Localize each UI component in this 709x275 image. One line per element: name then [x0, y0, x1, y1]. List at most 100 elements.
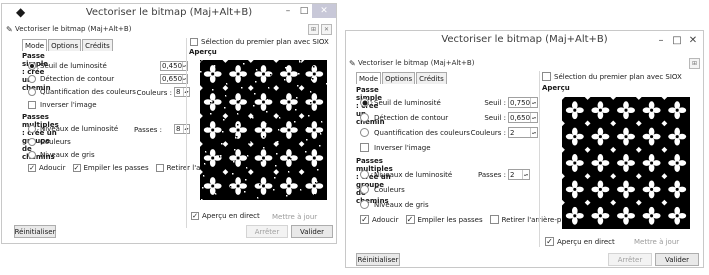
edge-threshold-label: Seuil :: [484, 114, 506, 122]
brightness-label: Seuil de luminosité: [374, 98, 441, 107]
radio-brightness[interactable]: [360, 98, 369, 107]
radio-colors[interactable]: [360, 185, 369, 194]
colors-spinbox[interactable]: 2 ▴▾: [508, 127, 538, 138]
window-title: Vectoriser le bitmap (Maj+Alt+B): [441, 34, 608, 45]
dialog-header: ✎ Vectoriser le bitmap (Maj+Alt+B) ⊞ ✕: [2, 23, 336, 35]
lattice-pattern-graphic: [200, 60, 327, 200]
reset-button[interactable]: Réinitialiser: [356, 253, 400, 266]
colors-label: Couleurs :: [470, 129, 506, 137]
spin-arrows-icon[interactable]: ▴▾: [530, 128, 537, 137]
invert-row[interactable]: Inverser l'image: [28, 101, 97, 109]
siox-label: Sélection du premier plan avec SIOX: [554, 72, 682, 81]
minimize-button[interactable]: –: [280, 4, 296, 18]
dock-close-icon[interactable]: ✕: [321, 24, 332, 35]
siox-checkbox[interactable]: [190, 38, 198, 46]
remove-bg-checkbox[interactable]: [489, 215, 499, 224]
colors-spinbox[interactable]: 8 ▴▾: [174, 87, 190, 97]
invert-row[interactable]: Inverser l'image: [360, 143, 431, 152]
radio-row-levels[interactable]: Niveaux de luminosité: [28, 125, 118, 133]
tab-mode[interactable]: Mode: [22, 39, 48, 51]
minimize-button[interactable]: –: [653, 33, 669, 47]
close-button[interactable]: ✕: [685, 33, 701, 47]
radio-row-quantization[interactable]: Quantification des couleurs: [360, 128, 470, 137]
panel-divider: [186, 38, 187, 228]
radio-row-levels[interactable]: Niveaux de luminosité: [360, 170, 452, 179]
reset-button[interactable]: Réinitialiser: [14, 225, 56, 238]
radio-row-edge[interactable]: Détection de contour: [360, 113, 448, 122]
dialog-header: ✎ Vectoriser le bitmap (Maj+Alt+B) ⊞: [346, 57, 703, 69]
dock-icon[interactable]: ⊞: [689, 58, 700, 69]
radio-row-gray[interactable]: Niveaux de gris: [28, 151, 95, 159]
close-button[interactable]: ✕: [312, 4, 336, 18]
tab-options[interactable]: Options: [48, 39, 82, 51]
smooth-label: Adoucir: [39, 164, 66, 172]
spin-arrows-icon[interactable]: ▴▾: [522, 170, 529, 179]
radio-row-brightness[interactable]: Seuil de luminosité: [360, 98, 441, 107]
tab-credits[interactable]: Crédits: [82, 39, 113, 51]
radio-row-gray[interactable]: Niveaux de gris: [360, 200, 429, 209]
validate-button[interactable]: Valider: [291, 225, 333, 238]
maximize-button[interactable]: □: [669, 33, 685, 47]
edge-threshold-spinbox[interactable]: 0,650 ▴▾: [508, 112, 538, 123]
passes-label: Passes :: [477, 171, 506, 179]
invert-checkbox[interactable]: [360, 143, 369, 152]
remove-bg-checkbox[interactable]: [155, 164, 164, 172]
live-preview-checkbox[interactable]: ✓: [545, 237, 554, 246]
smooth-label: Adoucir: [372, 215, 399, 224]
lattice-pattern-graphic: [562, 97, 687, 225]
radio-color-quantization[interactable]: [28, 88, 36, 96]
validate-button[interactable]: Valider: [655, 253, 699, 266]
live-preview-checkbox[interactable]: ✓: [191, 212, 199, 220]
passes-spinbox[interactable]: 2 ▴▾: [508, 169, 530, 180]
preview-image: [200, 60, 327, 200]
live-preview-row[interactable]: ✓ Aperçu en direct: [191, 212, 260, 220]
passes-spinbox[interactable]: 8 ▴▾: [174, 124, 190, 134]
threshold-spinbox[interactable]: 0,450 ▴▾: [160, 61, 188, 71]
radio-grayscale[interactable]: [28, 151, 36, 159]
radio-row-brightness[interactable]: #win-left .radio.on::after{width:4px;hei…: [28, 62, 107, 70]
invert-checkbox[interactable]: [28, 101, 36, 109]
radio-grayscale[interactable]: [360, 200, 369, 209]
live-preview-row[interactable]: ✓ Aperçu en direct: [545, 237, 615, 246]
title-bar: Vectoriser le bitmap (Maj+Alt+B) – □ ✕: [346, 31, 703, 49]
levels-label: Niveaux de luminosité: [40, 125, 119, 133]
smooth-checkbox[interactable]: ✓: [360, 215, 369, 224]
radio-row-quantization[interactable]: Quantification des couleurs: [28, 88, 136, 96]
radio-brightness-levels[interactable]: [360, 170, 369, 179]
radio-color-quantization[interactable]: [360, 128, 369, 137]
maximize-button[interactable]: □: [296, 4, 312, 18]
smooth-checkbox[interactable]: ✓: [28, 164, 36, 172]
edge-threshold-spinbox[interactable]: 0,650 ▴▾: [160, 74, 188, 84]
live-preview-label: Aperçu en direct: [202, 212, 260, 220]
stop-button[interactable]: Arrêter: [608, 253, 652, 266]
radio-edge-detection[interactable]: [360, 113, 369, 122]
tab-options[interactable]: Options: [382, 72, 416, 84]
radio-brightness[interactable]: #win-left .radio.on::after{width:4px;hei…: [28, 62, 36, 70]
radio-row-colors[interactable]: Couleurs: [28, 138, 71, 146]
tab-mode[interactable]: Mode: [356, 72, 382, 84]
siox-row[interactable]: Sélection du premier plan avec SIOX: [190, 38, 329, 46]
dock-icon[interactable]: ⊞: [308, 24, 319, 35]
window-controls: – □ ✕: [653, 33, 701, 47]
radio-row-edge[interactable]: Détection de contour: [28, 75, 114, 83]
radio-row-colors[interactable]: Couleurs: [360, 185, 405, 194]
siox-row[interactable]: Sélection du premier plan avec SIOX: [542, 72, 682, 81]
spin-arrows-icon[interactable]: ▴▾: [530, 98, 537, 107]
update-button[interactable]: Mettre à jour: [634, 238, 679, 246]
radio-brightness-levels[interactable]: [28, 125, 36, 133]
preview-title: Aperçu: [542, 84, 570, 92]
tab-credits[interactable]: Crédits: [416, 72, 447, 84]
stack-checkbox[interactable]: ✓: [405, 215, 415, 224]
title-bar: ◆ Vectoriser le bitmap (Maj+Alt+B) – □ ✕: [2, 4, 336, 22]
radio-edge-detection[interactable]: [28, 75, 36, 83]
siox-checkbox[interactable]: [542, 72, 551, 81]
threshold-spinbox[interactable]: 0,750 ▴▾: [508, 97, 538, 108]
update-button[interactable]: Mettre à jour: [272, 213, 317, 221]
colors-label: Couleurs :: [136, 89, 172, 97]
edge-label: Détection de contour: [374, 113, 449, 122]
section-single-pass: Passe simple : crée un chemin: [22, 52, 51, 92]
radio-colors[interactable]: [28, 138, 36, 146]
stop-button[interactable]: Arrêter: [246, 225, 288, 238]
spin-arrows-icon[interactable]: ▴▾: [530, 113, 537, 122]
stack-checkbox[interactable]: ✓: [72, 164, 81, 172]
